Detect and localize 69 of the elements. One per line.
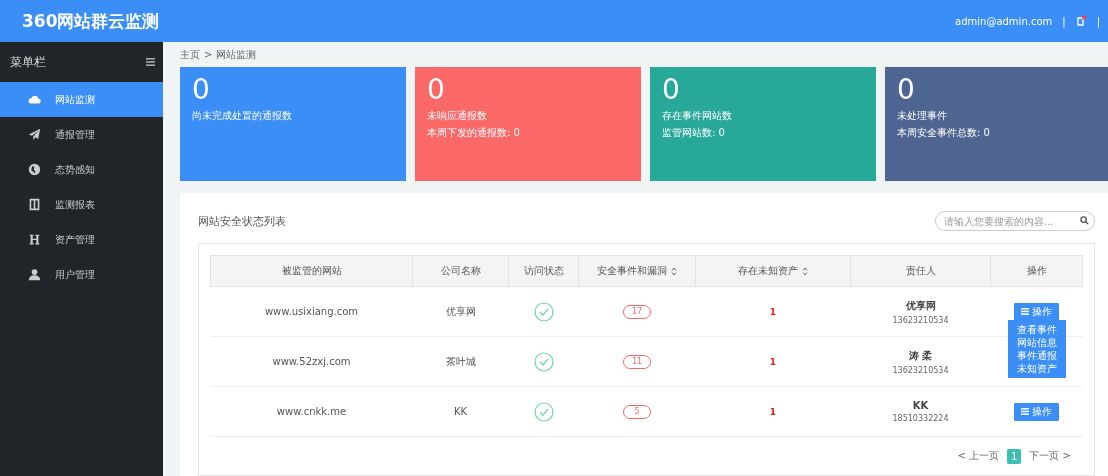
search-field[interactable]: 请输入您要搜索的内容... (935, 211, 1095, 231)
menu-item[interactable]: 网站信息 (1007, 336, 1066, 349)
column-header: 被监管的网站 (210, 255, 413, 287)
owner-name: KK (912, 400, 929, 411)
sidebar-item[interactable]: 网站监测 (0, 82, 163, 117)
menu-item[interactable]: 未知资产 (1007, 362, 1066, 375)
globe-icon (28, 163, 41, 176)
column-header: 责任人 (850, 255, 991, 287)
stat-label: 未响应通报数 (427, 109, 488, 123)
list-icon (1021, 308, 1029, 315)
column-header: 访问状态 (508, 255, 579, 287)
action-button[interactable]: 操作 (1014, 402, 1059, 421)
breadcrumb-item[interactable]: 主页 (180, 47, 200, 62)
stat-label: 未处理事件 (897, 109, 948, 123)
owner-name: 涛 柔 (908, 348, 933, 363)
stat-subtext: 本周下发的通报数: 0 (427, 126, 521, 140)
panel-title: 网站安全状态列表 (198, 213, 286, 229)
company-name: 优享网 (445, 305, 476, 317)
owner-phone: 18510332224 (892, 414, 949, 423)
stat-value: 0 (897, 75, 916, 105)
unknown-asset-count: 1 (769, 407, 777, 417)
column-header[interactable]: 存在未知资产 (695, 255, 851, 287)
prev-page-link[interactable]: < 上一页 (957, 449, 1000, 463)
unknown-asset-count: 1 (769, 357, 777, 367)
separator: | (1062, 15, 1066, 27)
sidebar-item[interactable]: 用户管理 (0, 257, 163, 292)
owner-phone: 13623210534 (892, 365, 949, 375)
owner-phone: 13623210534 (892, 315, 949, 325)
list-icon (1021, 408, 1029, 415)
unknown-asset-count: 1 (769, 307, 777, 317)
logo: 360网站群云监测 (22, 9, 160, 33)
breadcrumb-item[interactable]: 网站监测 (216, 47, 257, 62)
menu-item[interactable]: 事件通报 (1007, 349, 1066, 362)
stat-label: 存在事件网站数 (662, 109, 733, 123)
user-icon (28, 268, 41, 281)
stat-label: 尚未完成处置的通报数 (192, 109, 293, 123)
sidebar-item[interactable]: 监测报表 (0, 187, 163, 222)
menu-icon[interactable] (146, 58, 155, 66)
column-header[interactable]: 安全事件和漏洞 (578, 255, 696, 287)
user-email[interactable]: admin@admin.com (955, 15, 1053, 27)
sidebar-title: 菜单栏 (10, 53, 46, 71)
stat-subtext: 本周安全事件总数: 0 (897, 126, 991, 140)
cloud-icon (28, 93, 41, 106)
separator: | (1096, 15, 1100, 27)
action-button[interactable]: 操作 (1014, 302, 1059, 321)
stat-value: 0 (427, 75, 446, 105)
h-letter-icon (28, 233, 41, 246)
sidebar-item[interactable]: 资产管理 (0, 222, 163, 257)
stat-subtext: 监管网站数: 0 (662, 126, 726, 140)
stat-value: 0 (192, 75, 211, 105)
search-icon[interactable] (1080, 216, 1089, 225)
sidebar-item[interactable]: 态势感知 (0, 152, 163, 187)
sidebar-item[interactable]: 通报管理 (0, 117, 163, 152)
column-header: 公司名称 (412, 255, 509, 287)
sort-icon[interactable] (671, 266, 677, 276)
column-header: 操作 (990, 255, 1083, 287)
stat-value: 0 (662, 75, 681, 105)
site-url: www.52zxj.com (272, 356, 351, 367)
next-page-link[interactable]: 下一页 > (1029, 449, 1071, 463)
owner-name: 优享网 (905, 298, 936, 313)
book-icon (28, 198, 41, 211)
site-url: www.cnkk.me (276, 406, 347, 417)
paper-plane-icon (28, 128, 41, 141)
sort-icon[interactable] (802, 266, 808, 276)
breadcrumb-separator: > (204, 49, 213, 60)
company-name: 茶叶城 (445, 355, 476, 367)
menu-item[interactable]: 查看事件 (1007, 323, 1066, 336)
company-name: KK (453, 406, 468, 417)
site-url: www.usixiang.com (264, 306, 359, 317)
